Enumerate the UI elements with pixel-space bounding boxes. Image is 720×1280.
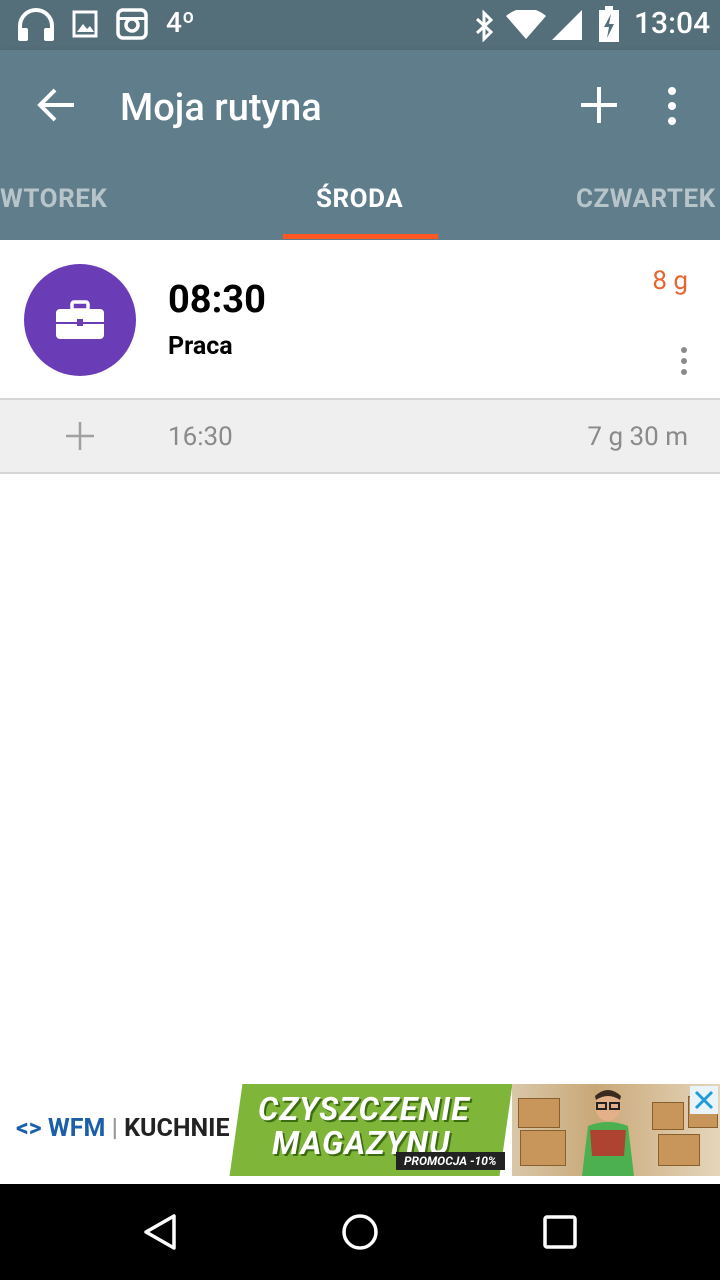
- free-slot-duration: 7 g 30 m: [587, 422, 688, 452]
- signal-icon: [552, 10, 582, 40]
- tab-czwartek[interactable]: CZWARTEK: [576, 184, 716, 214]
- back-nav-icon[interactable]: [140, 1212, 180, 1252]
- divider: |: [111, 1114, 118, 1143]
- ad-banner[interactable]: <> WFM | KUCHNIE CZYSZCZENIE MAGAZYNU PR…: [0, 1084, 720, 1176]
- battery-charging-icon: [599, 6, 619, 42]
- plus-icon[interactable]: [64, 420, 96, 452]
- free-slot-time: 16:30: [168, 422, 233, 452]
- item-label: Praca: [168, 332, 233, 361]
- arrow-left-icon[interactable]: [36, 84, 78, 126]
- free-slot-row[interactable]: 16:30 7 g 30 m: [0, 400, 720, 474]
- ad-person: [582, 1090, 634, 1176]
- ad-promo: PROMOCJA -10%: [396, 1152, 505, 1170]
- tab-indicator: [283, 234, 438, 239]
- status-bar: 4º 13:04: [0, 0, 720, 50]
- recents-nav-icon[interactable]: [542, 1214, 578, 1250]
- routine-item[interactable]: 08:30 Praca 8 g: [0, 240, 720, 400]
- plus-icon[interactable]: [578, 84, 620, 126]
- item-duration: 8 g: [652, 266, 688, 296]
- more-vert-icon[interactable]: [664, 86, 680, 126]
- temperature-text: 4º: [166, 6, 195, 39]
- wifi-icon: [506, 10, 546, 39]
- ad-brand-kuchnie: KUCHNIE: [124, 1114, 230, 1143]
- more-vert-icon[interactable]: [678, 346, 690, 376]
- ad-headline-1: CZYSZCZENIE: [258, 1090, 470, 1128]
- briefcase-icon: [56, 300, 104, 339]
- chevron-icon: <>: [16, 1114, 42, 1143]
- headphones-icon: [18, 8, 54, 41]
- ad-brand-wfm: WFM: [47, 1114, 106, 1143]
- navigation-bar: [0, 1184, 720, 1280]
- app-bar: Moja rutyna WTOREK ŚRODA CZWARTEK: [0, 50, 720, 240]
- image-icon: [72, 10, 98, 38]
- home-nav-icon[interactable]: [340, 1212, 380, 1252]
- item-time: 08:30: [168, 278, 266, 322]
- instagram-icon: [116, 8, 148, 40]
- bluetooth-icon: [475, 10, 494, 42]
- tab-sroda[interactable]: ŚRODA: [316, 184, 403, 214]
- clock-text: 13:04: [634, 6, 711, 41]
- page-title: Moja rutyna: [120, 86, 322, 130]
- avatar: [24, 264, 136, 376]
- tab-wtorek[interactable]: WTOREK: [0, 184, 107, 214]
- close-icon[interactable]: [690, 1086, 718, 1114]
- ad-brand: <> WFM | KUCHNIE: [16, 1114, 230, 1143]
